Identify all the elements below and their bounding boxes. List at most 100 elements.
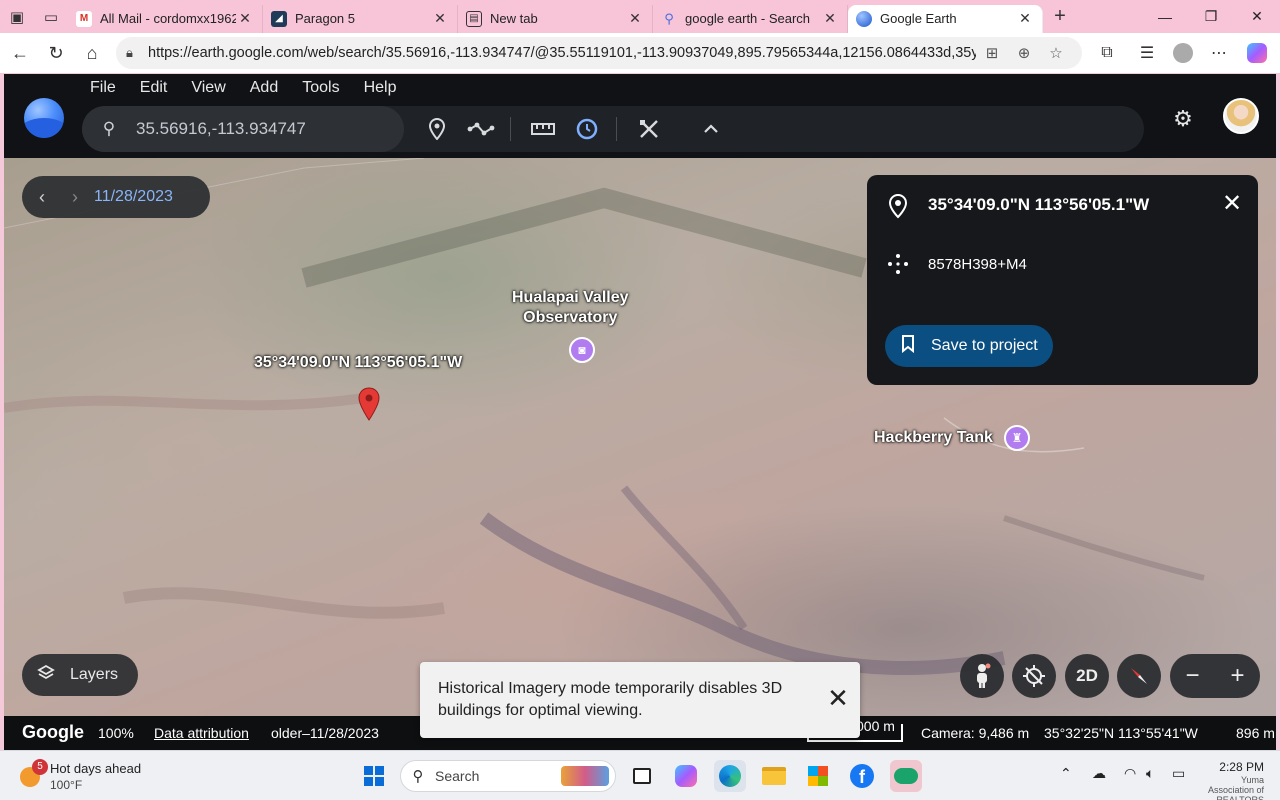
settings-gear-icon[interactable]: ⚙	[1168, 104, 1198, 134]
facebook-icon[interactable]: f	[846, 760, 878, 792]
street-view-pegman-icon[interactable]	[960, 654, 1004, 698]
wifi-icon[interactable]: ◠	[1124, 765, 1136, 782]
avatar[interactable]	[1223, 98, 1259, 134]
landmark-poi-icon[interactable]: ♜	[1004, 425, 1030, 451]
home-icon[interactable]: ⌂	[74, 35, 110, 71]
microsoft-store-icon[interactable]	[802, 760, 834, 792]
zoom-out-icon[interactable]: −	[1170, 654, 1215, 698]
close-panel-icon[interactable]: ✕	[1219, 191, 1245, 217]
location-disabled-icon[interactable]	[1012, 654, 1056, 698]
reload-icon[interactable]: ↻	[38, 35, 74, 71]
location-marker-pin-icon[interactable]	[358, 387, 380, 421]
volume-icon[interactable]: 🔈︎	[1146, 765, 1154, 782]
site-info-icon[interactable]: 🔒︎	[126, 45, 148, 61]
collapse-toolbar-icon[interactable]	[696, 115, 726, 143]
close-tab-icon[interactable]: ✕	[431, 10, 449, 27]
plus-code-icon	[888, 254, 908, 274]
menu-view[interactable]: View	[179, 78, 237, 104]
google-earth-logo[interactable]	[24, 98, 64, 138]
copilot-app-icon[interactable]	[670, 760, 702, 792]
tab-new-tab[interactable]: ▤ New tab ✕	[458, 4, 653, 33]
close-tab-icon[interactable]: ✕	[236, 10, 254, 27]
address-bar[interactable]: 🔒︎ https://earth.google.com/web/search/3…	[116, 37, 1082, 69]
zoom-icon[interactable]: ⊕	[1008, 44, 1040, 62]
favorite-star-icon[interactable]: ☆	[1040, 44, 1072, 62]
close-tab-icon[interactable]: ✕	[821, 10, 839, 27]
tab-google-earth[interactable]: Google Earth ✕	[848, 4, 1043, 33]
toolbar-divider	[616, 117, 617, 141]
weather-temp: 100°F	[50, 778, 83, 792]
edge-browser-icon[interactable]	[714, 760, 746, 792]
imagery-date-range: older–11/28/2023	[271, 725, 379, 741]
toggle-2d-button[interactable]: 2D	[1065, 654, 1109, 698]
observatory-label[interactable]: Hualapai Valley Observatory	[512, 288, 629, 328]
close-toast-icon[interactable]: ✕	[824, 684, 852, 712]
toast-message: Historical Imagery mode temporarily disa…	[438, 680, 783, 719]
toolbar-divider	[510, 117, 511, 141]
new-tab-button[interactable]: +	[1045, 5, 1075, 28]
weather-widget[interactable]: 5 Hot days ahead 100°F	[18, 759, 198, 795]
battery-icon[interactable]: ▭	[1172, 765, 1185, 782]
file-explorer-icon[interactable]	[758, 760, 790, 792]
plus-code: 8578H398+M4	[928, 256, 1027, 273]
onedrive-cloud-icon[interactable]: ☁	[1092, 765, 1106, 782]
favorites-icon[interactable]: ☰	[1130, 37, 1164, 69]
realtors-watermark: Yuma Association of REALTORS	[1207, 775, 1264, 800]
search-box[interactable]: ⚲	[82, 106, 404, 152]
compass-icon[interactable]	[1117, 654, 1161, 698]
measure-icon[interactable]	[528, 115, 558, 143]
save-to-project-button[interactable]: Save to project	[885, 325, 1053, 367]
paragon-icon: ◢	[271, 10, 287, 27]
scale-label: 000 m	[856, 718, 895, 734]
tab-paragon[interactable]: ◢ Paragon 5 ✕	[263, 4, 458, 33]
tools-icon[interactable]	[634, 115, 664, 143]
camera-poi-icon[interactable]: ◙	[569, 337, 595, 363]
back-icon[interactable]: ←	[2, 35, 38, 71]
minimize-icon[interactable]: —	[1142, 0, 1188, 33]
layers-button[interactable]: Layers	[22, 654, 138, 696]
imagery-date[interactable]: 11/28/2023	[88, 188, 173, 206]
search-input[interactable]	[136, 119, 376, 139]
tab-title: google earth - Search	[685, 11, 811, 26]
data-attribution-link[interactable]: Data attribution	[154, 725, 249, 741]
profile-icon[interactable]	[1166, 37, 1200, 69]
cloud-upload-app-icon[interactable]	[890, 760, 922, 792]
historical-imagery-icon[interactable]	[572, 115, 602, 143]
tab-gmail[interactable]: M All Mail - cordomxx1962 ✕	[68, 4, 263, 33]
tab-title: New tab	[490, 11, 538, 26]
system-clock[interactable]: 2:28 PM Yuma Association of REALTORS	[1204, 759, 1264, 800]
workspaces-icon[interactable]: ▣	[0, 0, 34, 33]
menu-file[interactable]: File	[78, 78, 128, 104]
restore-icon[interactable]: ❐	[1188, 0, 1234, 33]
close-tab-icon[interactable]: ✕	[1016, 10, 1034, 27]
show-hidden-icons-chevron-icon[interactable]: ⌃	[1060, 765, 1072, 782]
extensions-icon[interactable]: ⧉	[1090, 37, 1124, 69]
next-date-chevron-icon[interactable]: ›	[62, 187, 88, 208]
task-view-icon[interactable]	[626, 760, 658, 792]
earth-header: File Edit View Add Tools Help ⚲ 35.56916…	[4, 74, 1276, 158]
hackberry-tank-label[interactable]: Hackberry Tank	[874, 429, 993, 447]
menu-help[interactable]: Help	[352, 78, 409, 104]
zoom-level: 100%	[98, 725, 134, 741]
close-tab-icon[interactable]: ✕	[626, 10, 644, 27]
app-available-icon[interactable]: ⊞	[976, 44, 1008, 62]
windows-taskbar: 5 Hot days ahead 100°F ⚲ Search f ⌃ ☁ ◠ …	[0, 750, 1280, 800]
close-window-icon[interactable]: ✕	[1234, 0, 1280, 33]
draw-path-icon[interactable]	[466, 115, 496, 143]
start-button-windows-icon[interactable]	[358, 760, 390, 792]
save-to-project-label: Save to project	[931, 337, 1038, 354]
taskbar-search[interactable]: ⚲ Search	[400, 760, 616, 792]
layers-label: Layers	[70, 666, 119, 683]
notification-badge: 5	[32, 759, 48, 775]
more-menu-icon[interactable]: ⋯	[1202, 37, 1236, 69]
copilot-icon[interactable]	[1240, 37, 1274, 69]
zoom-in-icon[interactable]: +	[1215, 654, 1260, 698]
tab-actions-icon[interactable]: ▭	[34, 0, 68, 33]
previous-date-chevron-icon[interactable]: ‹	[22, 187, 62, 208]
add-placemark-icon[interactable]	[422, 115, 452, 143]
url-text[interactable]: https://earth.google.com/web/search/35.5…	[148, 45, 976, 61]
menu-add[interactable]: Add	[238, 78, 290, 104]
menu-tools[interactable]: Tools	[290, 78, 351, 104]
tab-google-earth-search[interactable]: ⚲ google earth - Search ✕	[653, 4, 848, 33]
menu-edit[interactable]: Edit	[128, 78, 180, 104]
